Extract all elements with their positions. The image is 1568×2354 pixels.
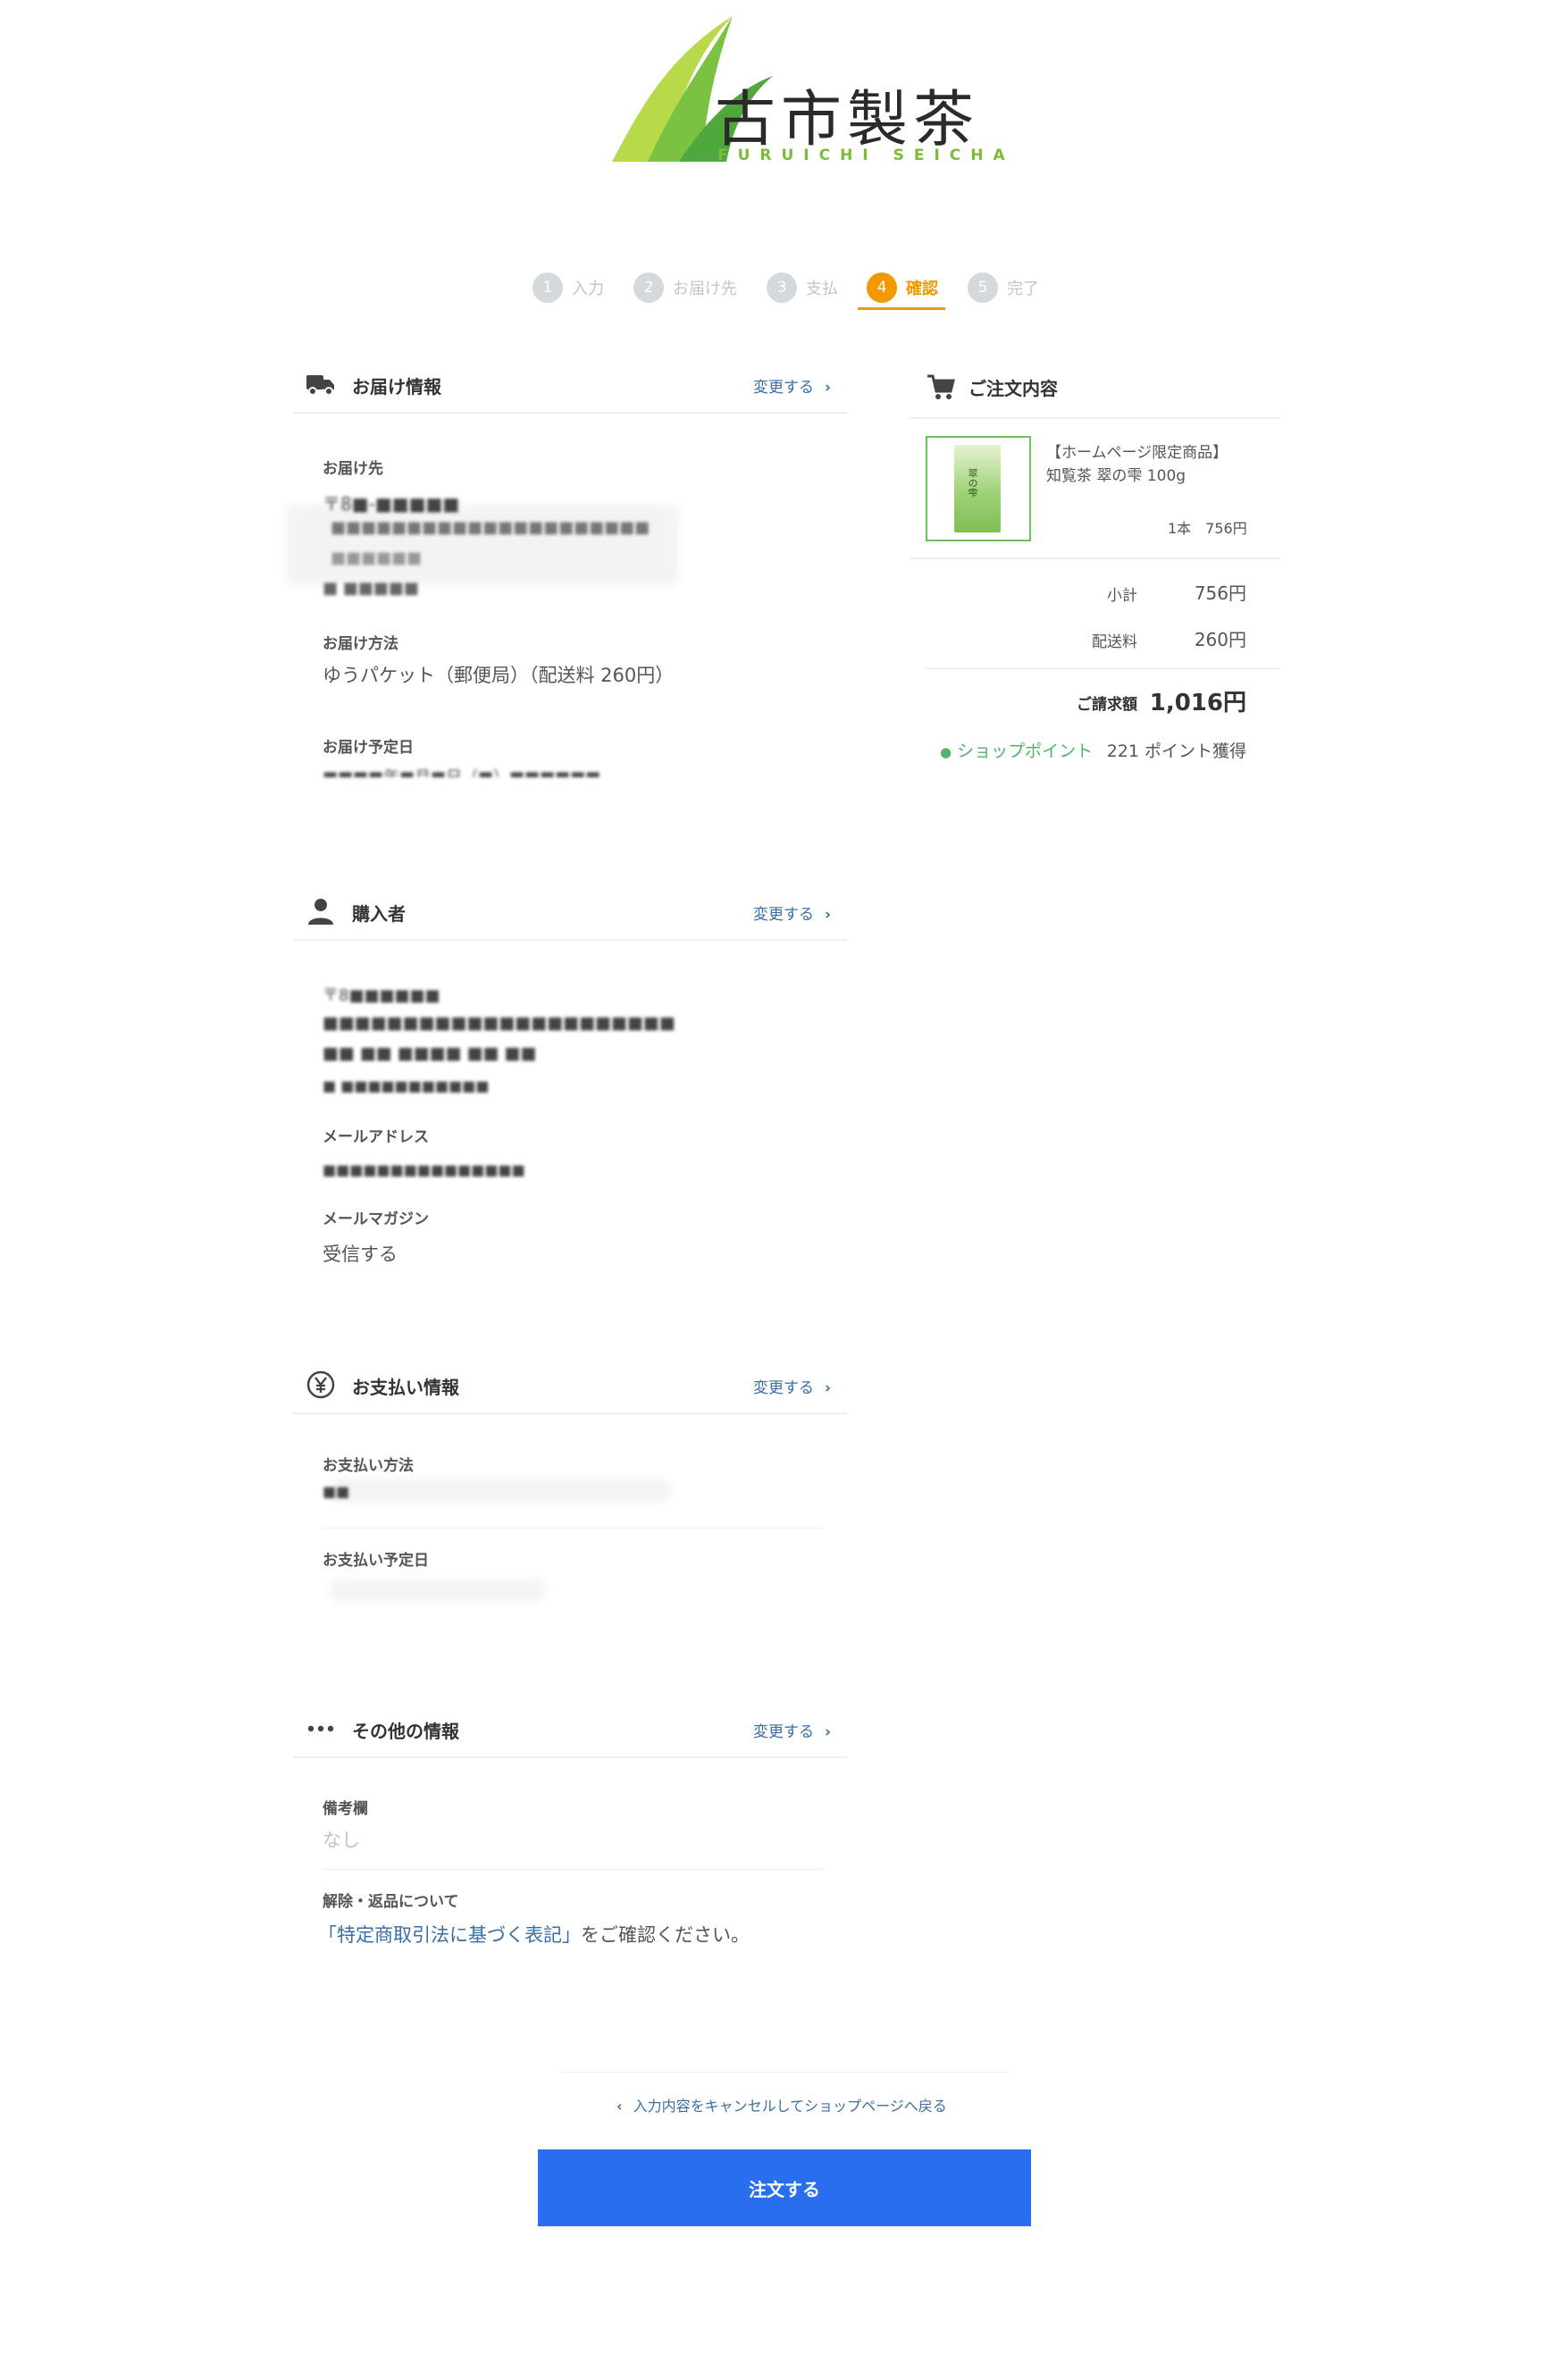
payment-section-header: お支払い情報 変更する › bbox=[293, 1362, 847, 1414]
divider bbox=[926, 668, 1280, 669]
active-step-underline bbox=[858, 307, 945, 310]
payment-method-value: ■■ bbox=[323, 1483, 350, 1500]
step-delivery: 2 お届け先 bbox=[633, 270, 737, 306]
brand-name-kanji: 古市製茶 bbox=[715, 85, 980, 155]
destination-label: お届け先 bbox=[323, 460, 383, 478]
total-value: 1,016円 bbox=[1149, 690, 1246, 716]
product-name-tag: 【ホームページ限定商品】 bbox=[1046, 444, 1228, 462]
product-thumbnail[interactable]: 翠の雫 bbox=[926, 436, 1031, 541]
back-link-label: 入力内容をキャンセルしてショップページへ戻る bbox=[633, 2098, 947, 2115]
buyer-address: ■■■■■■■■■■■■■■■■■■■■■■ bbox=[323, 1013, 675, 1033]
buyer-section-header: 購入者 変更する › bbox=[293, 889, 847, 941]
law-notation-link[interactable]: 「特定商取引法に基づく表記」 bbox=[318, 1924, 581, 1946]
destination-phone: ■ ■■■■■ bbox=[323, 579, 419, 598]
person-icon: ● bbox=[940, 744, 952, 760]
cancel-policy-text: 「特定商取引法に基づく表記」をご確認ください。 bbox=[318, 1921, 750, 1948]
email-label: メールアドレス bbox=[323, 1128, 429, 1146]
other-section-header: その他の情報 変更する › bbox=[293, 1706, 847, 1758]
payment-method-label: お支払い方法 bbox=[323, 1457, 414, 1475]
newsletter-label: メールマガジン bbox=[323, 1211, 429, 1228]
total-label: ご請求額 bbox=[1077, 696, 1137, 714]
step-complete: 5 完了 bbox=[968, 270, 1039, 306]
shop-points-text: ショップポイント bbox=[957, 741, 1094, 761]
subtotal-label: 小計 bbox=[1107, 587, 1137, 605]
change-link-label: 変更する bbox=[752, 379, 814, 397]
step-label: お届け先 bbox=[673, 280, 737, 298]
delivery-method-value: ゆうパケット（郵便局）（配送料 260円） bbox=[323, 665, 675, 686]
brand-name-roman: FURUICHI SEICHA bbox=[717, 147, 1015, 164]
redaction-smear bbox=[331, 1479, 670, 1503]
law-notation-suffix: をご確認ください。 bbox=[581, 1924, 750, 1946]
destination-name: ■■■■■■ bbox=[331, 549, 423, 567]
email-value: ■■■■■■■■■■■■■■■ bbox=[323, 1161, 525, 1178]
subtotal-value: 756円 bbox=[1194, 582, 1246, 604]
shop-points-label: ● ショップポイント bbox=[940, 738, 1093, 762]
payment-change-link[interactable]: 変更する › bbox=[753, 1375, 831, 1397]
delivery-section-title: お届け情報 bbox=[352, 376, 441, 398]
step-label: 完了 bbox=[1007, 280, 1039, 298]
step-number: 3 bbox=[767, 272, 797, 303]
truck-icon bbox=[306, 375, 334, 396]
redaction-smear bbox=[286, 505, 679, 585]
payment-date-redacted bbox=[331, 1579, 545, 1601]
step-number: 4 bbox=[867, 272, 897, 303]
payment-section-title: お支払い情報 bbox=[352, 1377, 459, 1398]
step-label: 支払 bbox=[806, 280, 838, 298]
product-quantity-price: 1本 756円 bbox=[1168, 520, 1247, 537]
person-icon bbox=[308, 899, 333, 925]
other-section-title: その他の情報 bbox=[352, 1721, 459, 1742]
divider bbox=[323, 1528, 823, 1529]
chevron-right-icon: › bbox=[824, 379, 831, 397]
other-change-link[interactable]: 変更する › bbox=[753, 1719, 831, 1741]
buyer-section-title: 購入者 bbox=[352, 903, 406, 925]
shipping-value: 260円 bbox=[1194, 629, 1246, 650]
step-number: 2 bbox=[633, 272, 664, 303]
shop-points-value: 221 ポイント獲得 bbox=[1106, 741, 1246, 761]
buyer-change-link[interactable]: 変更する › bbox=[753, 901, 831, 924]
shipping-label: 配送料 bbox=[1092, 633, 1137, 651]
divider bbox=[910, 557, 1280, 559]
step-input: 1 入力 bbox=[532, 270, 604, 306]
divider bbox=[563, 2072, 1010, 2073]
delivery-method-label: お届け方法 bbox=[323, 635, 398, 653]
step-number: 5 bbox=[968, 272, 998, 303]
chevron-left-icon: ‹ bbox=[616, 2098, 623, 2115]
order-section-header: ご注文内容 bbox=[910, 362, 1280, 419]
cancel-back-link[interactable]: ‹ 入力内容をキャンセルしてショップページへ戻る bbox=[616, 2094, 947, 2115]
yen-circle-icon bbox=[306, 1370, 335, 1399]
payment-date-label: お支払い予定日 bbox=[323, 1552, 429, 1570]
change-link-label: 変更する bbox=[752, 1723, 814, 1741]
product-name: 知覧茶 翠の雫 100g bbox=[1046, 467, 1186, 485]
step-number: 1 bbox=[532, 272, 563, 303]
change-link-label: 変更する bbox=[752, 1379, 814, 1397]
divider bbox=[323, 1869, 823, 1870]
delivery-section-header: お届け情報 変更する › bbox=[293, 362, 847, 414]
chevron-right-icon: › bbox=[824, 1723, 831, 1741]
delivery-date-label: お届け予定日 bbox=[323, 739, 414, 757]
delivery-change-link[interactable]: 変更する › bbox=[753, 374, 831, 397]
change-link-label: 変更する bbox=[752, 906, 814, 924]
destination-address: ■■■■■■■■■■■■■■■■■■■■■ bbox=[331, 518, 650, 537]
delivery-date-value: ■■■■年■月■日（■）■■■■■■ bbox=[323, 765, 600, 777]
chevron-right-icon: › bbox=[824, 906, 831, 924]
remarks-label: 備考欄 bbox=[323, 1800, 368, 1818]
step-label: 確認 bbox=[906, 280, 938, 298]
destination-postal: 〒8■-■■■■■ bbox=[323, 493, 460, 515]
buyer-phone: ■ ■■■■■■■■■■■ bbox=[323, 1077, 490, 1094]
more-dots-icon bbox=[307, 1725, 334, 1732]
buyer-name: ■■ ■■ ■■■■ ■■ ■■ bbox=[323, 1043, 537, 1063]
step-payment: 3 支払 bbox=[767, 270, 838, 306]
product-package-image: 翠の雫 bbox=[954, 445, 1001, 532]
step-label: 入力 bbox=[572, 280, 604, 298]
buyer-postal: 〒8■■■■■■ bbox=[323, 986, 440, 1005]
newsletter-value: 受信する bbox=[323, 1244, 398, 1265]
cart-icon bbox=[927, 374, 955, 399]
place-order-button[interactable]: 注文する bbox=[538, 2149, 1031, 2226]
order-section-title: ご注文内容 bbox=[968, 378, 1058, 399]
remarks-value: なし bbox=[323, 1830, 360, 1851]
chevron-right-icon: › bbox=[824, 1379, 831, 1397]
cancel-policy-label: 解除・返品について bbox=[323, 1893, 459, 1911]
step-confirm: 4 確認 bbox=[867, 270, 938, 306]
package-label: 翠の雫 bbox=[967, 468, 978, 498]
